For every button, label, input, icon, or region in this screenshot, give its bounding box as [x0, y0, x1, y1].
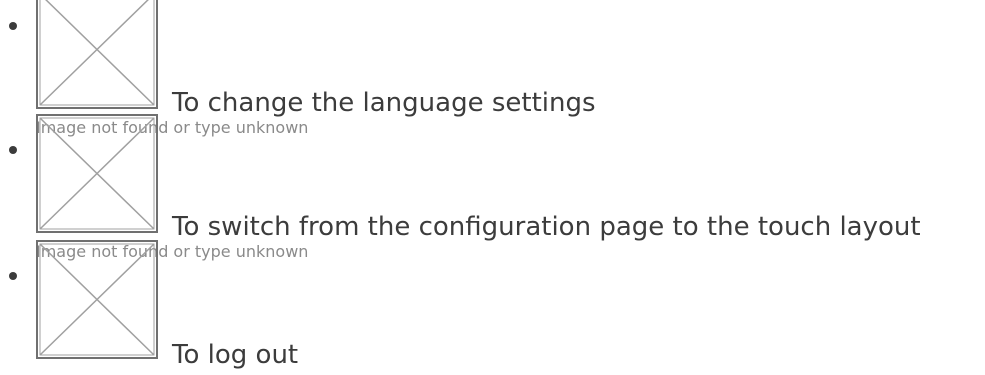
item-label: To log out: [172, 340, 299, 370]
broken-image-icon: [36, 240, 158, 359]
bullet-icon: [9, 22, 17, 30]
bullet-icon: [9, 272, 17, 280]
help-list: To change the language settings Image no…: [0, 0, 985, 375]
list-item-log-out: To log out: [0, 240, 985, 370]
item-label: To switch from the configuration page to…: [172, 212, 921, 242]
list-item-language-settings: To change the language settings: [0, 0, 985, 118]
broken-image-icon: [36, 0, 158, 109]
broken-image-icon: [36, 114, 158, 233]
bullet-icon: [9, 146, 17, 154]
list-item-touch-layout: To switch from the configuration page to…: [0, 114, 985, 242]
